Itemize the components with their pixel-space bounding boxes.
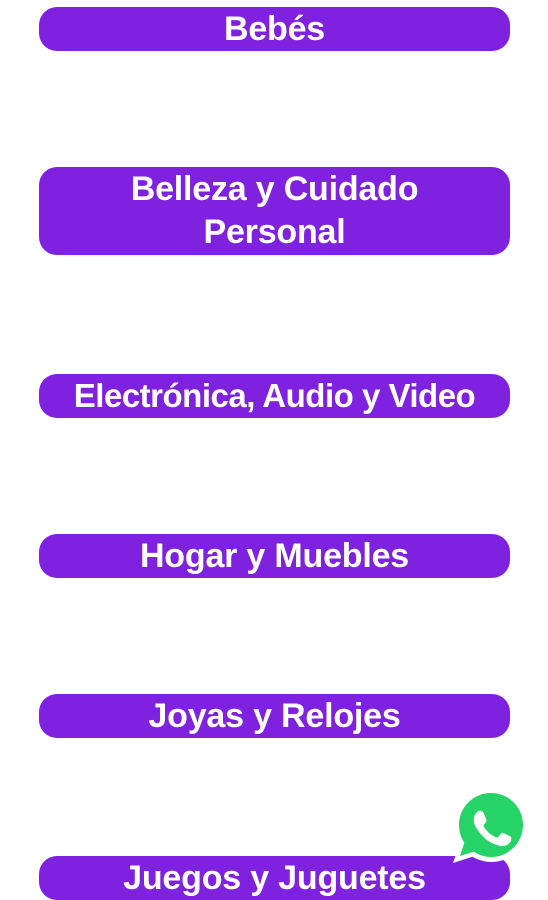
category-label: Hogar y Muebles [139,537,410,575]
category-label: Juegos y Juguetes [123,859,426,897]
category-button-juegos[interactable]: Juegos y Juguetes [39,856,510,900]
whatsapp-icon [453,788,528,863]
category-button-joyas[interactable]: Joyas y Relojes [39,694,510,738]
category-button-electronica[interactable]: Electrónica, Audio y Video [39,374,510,418]
category-button-bebes[interactable]: Bebés [39,7,510,51]
whatsapp-button[interactable] [450,784,532,866]
category-label: Joyas y Relojes [148,697,401,735]
category-label: Belleza y Cuidado Personal [130,170,419,251]
category-button-belleza[interactable]: Belleza y Cuidado Personal [39,167,510,255]
category-button-hogar[interactable]: Hogar y Muebles [39,534,510,578]
category-label: Bebés [223,10,326,48]
category-label: Electrónica, Audio y Video [73,377,476,414]
